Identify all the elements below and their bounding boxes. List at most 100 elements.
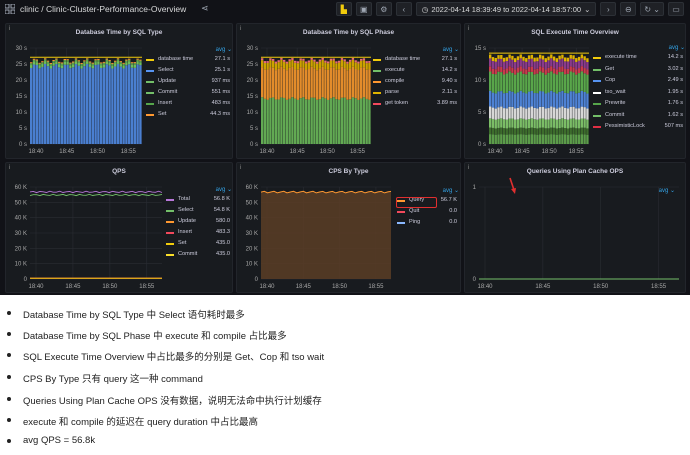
legend-item[interactable]: Insert 483.3	[166, 229, 232, 238]
y-tick-label: 60 K	[15, 185, 27, 191]
tv-mode-icon[interactable]: ▭	[668, 2, 684, 16]
panel-title[interactable]: Database Time by SQL Type	[6, 29, 232, 36]
legend-item[interactable]: Prewrite 1.76 s	[593, 100, 685, 109]
stack-bar-segment	[97, 61, 100, 65]
legend-avg-header[interactable]: avg ⌄	[216, 46, 232, 53]
stack-bar-segment	[299, 58, 302, 61]
legend-item[interactable]: Insert 483 ms	[146, 100, 232, 109]
legend-avg-header[interactable]: avg ⌄	[443, 187, 459, 194]
stack-bar-segment	[368, 69, 371, 100]
stack-bar-segment	[60, 63, 64, 66]
stack-bar-segment	[261, 58, 264, 61]
stack-bar-segment	[525, 119, 528, 129]
legend-item[interactable]: Commit 551 ms	[146, 89, 232, 98]
stack-bar-segment	[516, 92, 520, 108]
legend-value: 483 ms	[211, 100, 230, 106]
legend-item[interactable]: Cop 2.49 s	[593, 77, 685, 86]
note-text: Database Time by SQL Type 中 Select 语句耗时最…	[23, 310, 245, 321]
panel-title[interactable]: CPS By Type	[237, 168, 460, 175]
stack-bar-segment	[321, 59, 324, 67]
stack-bar-segment	[346, 61, 349, 64]
panel-title[interactable]: Database Time by SQL Phase	[237, 29, 460, 36]
stack-bar-segment	[266, 69, 269, 100]
legend-item[interactable]: Total 56.8 K	[166, 196, 232, 205]
legend-item[interactable]: Set 435.0	[166, 240, 232, 249]
legend-name: get token	[385, 100, 409, 106]
save-icon[interactable]: ▣	[355, 2, 372, 16]
stack-bar-segment	[277, 62, 280, 69]
stack-bar-segment	[572, 106, 575, 119]
stack-bar-segment	[500, 54, 503, 59]
stack-bar-segment	[497, 127, 500, 135]
settings-gear-icon[interactable]: ⚙	[375, 2, 392, 16]
stack-bar-segment	[541, 106, 545, 119]
stack-bar-segment	[577, 56, 581, 61]
legend-avg-header[interactable]: avg ⌄	[669, 44, 685, 51]
stack-bar-segment	[547, 108, 550, 120]
legend-item[interactable]: Update 937 ms	[146, 78, 232, 87]
legend-item[interactable]: Select 25.1 s	[146, 67, 232, 76]
legend-value: 0.0	[449, 208, 457, 214]
stack-bar-segment	[105, 58, 108, 60]
stack-bar-segment	[299, 98, 302, 144]
legend-item[interactable]: Quit 0.0	[397, 208, 459, 217]
chart-plot: 1 018:40 18:45 18:50 18:55	[473, 185, 679, 290]
stack-bar-segment	[569, 134, 572, 144]
panel-title[interactable]: SQL Execute Time Overview	[465, 29, 685, 36]
legend-item[interactable]: Select 54.8 K	[166, 207, 232, 216]
stack-bar-segment	[335, 61, 338, 64]
stack-bar-segment	[566, 134, 570, 144]
time-back-icon[interactable]: ‹	[395, 2, 412, 16]
legend-item[interactable]: compile 9.40 s	[373, 78, 459, 87]
legend-item[interactable]: Get 3.02 s	[593, 66, 685, 75]
time-range-picker[interactable]: ◷ 2022-04-14 18:39:49 to 2022-04-14 18:57…	[415, 2, 597, 16]
legend-avg-header[interactable]: avg ⌄	[443, 46, 459, 53]
panel-title[interactable]: Queries Using Plan Cache OPS	[465, 168, 685, 175]
legend-item[interactable]: Ping 0.0	[397, 219, 459, 228]
legend-item[interactable]: database time 27.1 s	[373, 56, 459, 65]
legend-item[interactable]: execute 14.2 s	[373, 67, 459, 76]
stack-bar-segment	[346, 99, 349, 144]
stack-bar-segment	[139, 65, 142, 144]
legend-swatch	[593, 68, 601, 71]
legend-item[interactable]: Commit 435.0	[166, 251, 232, 260]
stack-bar-segment	[44, 59, 47, 62]
legend-swatch	[166, 199, 174, 201]
panel-title[interactable]: QPS	[6, 168, 232, 175]
y-tick-label: 5 s	[250, 126, 258, 132]
stack-bar-segment	[558, 128, 561, 135]
legend-item[interactable]: Commit 1.62 s	[593, 112, 685, 121]
legend-item[interactable]: PessimisticLock 507 ms	[593, 123, 685, 132]
share-icon[interactable]: ⋖	[201, 3, 209, 14]
stack-bar-segment	[100, 62, 103, 64]
stack-bar-segment	[516, 56, 520, 61]
y-tick-label: 60 K	[246, 185, 258, 191]
add-panel-icon[interactable]: ▙	[335, 2, 352, 16]
stack-bar-segment	[564, 57, 567, 62]
stack-bar-segment	[74, 64, 78, 144]
legend-item[interactable]: execute time 14.2 s	[593, 54, 685, 63]
legend-avg-header[interactable]: avg ⌄	[216, 186, 232, 193]
legend-item[interactable]: Set 44.3 ms	[146, 111, 232, 120]
legend-item[interactable]: database time 27.1 s	[146, 56, 232, 65]
stack-bar-segment	[500, 91, 503, 107]
legend-item[interactable]: get token 3.89 ms	[373, 100, 459, 109]
legend-item[interactable]: tso_wait 1.95 s	[593, 89, 685, 98]
stack-bar-segment	[310, 66, 313, 98]
refresh-icon[interactable]: ↻ ⌄	[640, 2, 664, 16]
stack-bar-segment	[130, 67, 134, 144]
time-forward-icon[interactable]: ›	[600, 2, 617, 16]
legend-item[interactable]: parse 2.11 s	[373, 89, 459, 98]
stack-bar-segment	[500, 106, 503, 119]
stack-bar-segment	[511, 59, 514, 68]
y-tick-label: 15 s	[247, 94, 258, 100]
dashboard-breadcrumb-title[interactable]: clinic / Clinic-Cluster-Performance-Over…	[20, 4, 186, 14]
stack-bar-segment	[516, 67, 520, 73]
legend-item[interactable]: Update 580.0	[166, 218, 232, 227]
dashboards-grid-icon[interactable]	[5, 4, 15, 14]
zoom-out-icon[interactable]: ⊖	[620, 2, 637, 16]
stack-bar-segment	[139, 60, 142, 63]
stack-bar-segment	[530, 66, 534, 72]
bullet	[7, 311, 11, 315]
stack-bar-segment	[505, 68, 509, 74]
